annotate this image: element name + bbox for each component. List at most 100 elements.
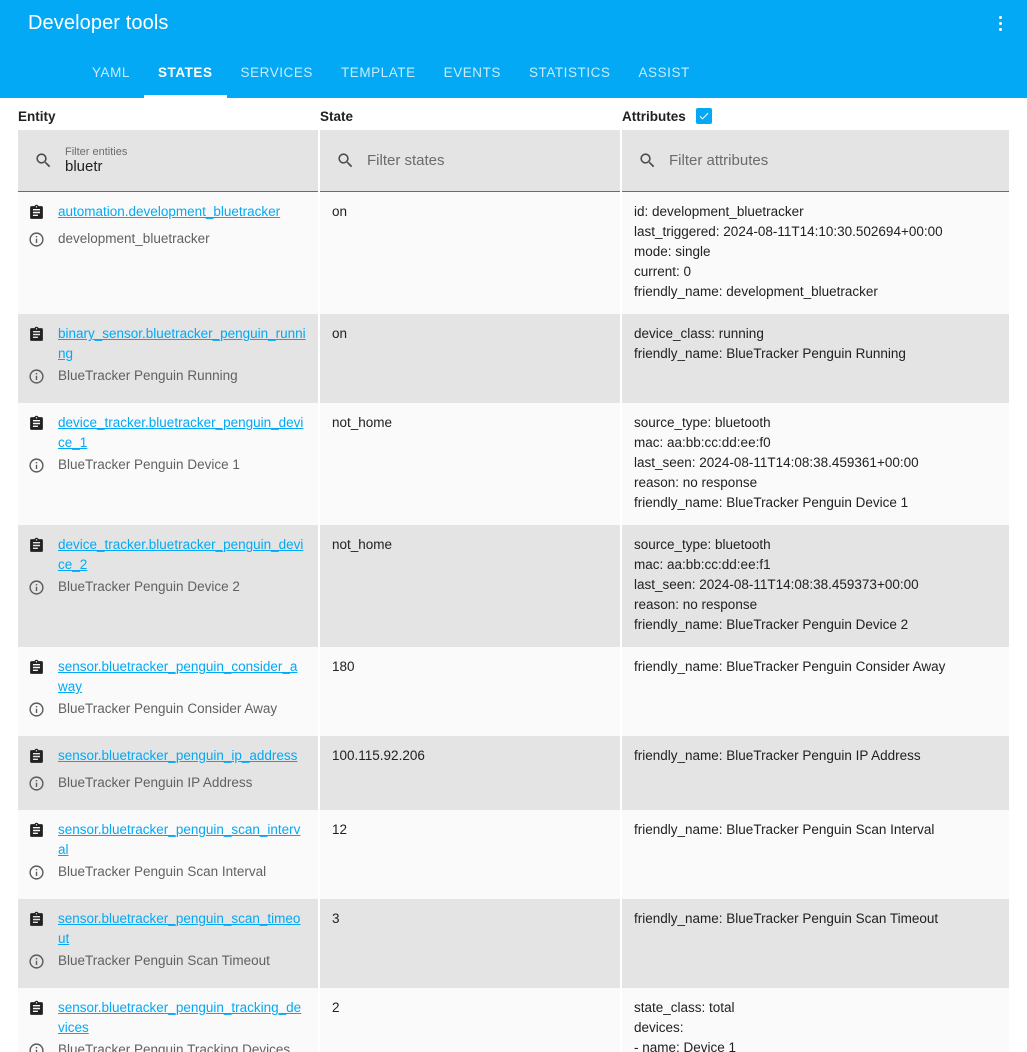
entity-friendly-name: BlueTracker Penguin IP Address [58,775,253,790]
content-copy-icon[interactable] [28,326,46,349]
column-header-state[interactable]: State [320,109,622,124]
information-outline-icon [28,864,46,887]
entity-friendly-name-line: BlueTracker Penguin Consider Away [28,699,306,724]
state-value: on [332,204,348,219]
tab-assist[interactable]: ASSIST [624,46,703,98]
content-copy-icon[interactable] [28,822,46,845]
attributes-value: friendly_name: BlueTracker Penguin Consi… [634,659,946,674]
cell-entity: device_tracker.bluetracker_penguin_devic… [18,403,318,525]
attributes-value: friendly_name: BlueTracker Penguin IP Ad… [634,748,921,763]
content-copy-icon[interactable] [28,204,46,227]
dot [998,27,1002,31]
filter-states-field[interactable]: Filter states [320,130,620,192]
entity-id-link[interactable]: sensor.bluetracker_penguin_ip_address [58,746,297,766]
state-value: 3 [332,911,340,926]
attributes-value: source_type: bluetooth mac: aa:bb:cc:dd:… [634,537,919,632]
cell-attributes: friendly_name: BlueTracker Penguin IP Ad… [622,736,1009,810]
tab-states[interactable]: STATES [143,46,227,98]
dot [998,21,1002,25]
cell-state: not_home [320,403,620,525]
cell-attributes: friendly_name: BlueTracker Penguin Scan … [622,899,1009,988]
table-row[interactable]: automation.development_bluetrackerdevelo… [18,192,1009,314]
content-copy-icon[interactable] [28,537,46,560]
filter-entities-field[interactable]: Filter entities bluetr [18,130,318,192]
entity-friendly-name: BlueTracker Penguin Consider Away [58,701,278,716]
tab-services[interactable]: SERVICES [227,46,327,98]
content-copy-icon[interactable] [28,748,46,771]
tab-label: YAML [92,64,130,80]
cell-entity: sensor.bluetracker_penguin_consider_away… [18,647,318,736]
table-row[interactable]: sensor.bluetracker_penguin_ip_address Blu… [18,736,1009,810]
entity-id-link[interactable]: sensor.bluetracker_penguin_tracking_devi… [58,998,306,1038]
information-outline-icon [28,579,46,602]
entity-friendly-name: BlueTracker Penguin Running [58,368,238,383]
table-row[interactable]: sensor.bluetracker_penguin_scan_interval… [18,810,1009,899]
filter-entities-input[interactable]: bluetr [65,158,127,175]
attributes-value: id: development_bluetracker last_trigger… [634,204,943,299]
cell-state: 180 [320,647,620,736]
table-row[interactable]: device_tracker.bluetracker_penguin_devic… [18,403,1009,525]
tab-template[interactable]: TEMPLATE [327,46,430,98]
attributes-value: device_class: running friendly_name: Blu… [634,326,906,361]
tab-label: TEMPLATE [340,64,416,80]
table-row[interactable]: binary_sensor.bluetracker_penguin_runnin… [18,314,1009,403]
information-outline-icon [28,368,46,391]
cell-entity: sensor.bluetracker_penguin_ip_address Blu… [18,736,318,810]
entity-friendly-name-line: BlueTracker Penguin Device 1 [28,455,306,480]
table-row[interactable]: device_tracker.bluetracker_penguin_devic… [18,525,1009,647]
table-row[interactable]: sensor.bluetracker_penguin_tracking_devi… [18,988,1009,1052]
table-body: automation.development_bluetrackerdevelo… [18,192,1009,1052]
states-table: Entity State Attributes Filter entities … [0,98,1027,1052]
filter-row: Filter entities bluetr Filter states Fil… [18,130,1009,192]
state-value: 12 [332,822,348,837]
information-outline-icon [28,1042,46,1052]
attributes-value: source_type: bluetooth mac: aa:bb:cc:dd:… [634,415,919,510]
entity-id-line: automation.development_bluetracker [28,202,306,227]
tab-yaml[interactable]: YAML [78,46,144,98]
entity-id-link[interactable]: sensor.bluetracker_penguin_consider_away [58,657,306,697]
tab-statistics[interactable]: STATISTICS [515,46,625,98]
content-copy-icon[interactable] [28,911,46,934]
entity-friendly-name-line: BlueTracker Penguin Tracking Devices [28,1040,306,1052]
entity-id-link[interactable]: binary_sensor.bluetracker_penguin_runnin… [58,324,306,364]
cell-entity: device_tracker.bluetracker_penguin_devic… [18,525,318,647]
filter-attributes-input[interactable]: Filter attributes [669,152,768,169]
entity-friendly-name-line: BlueTracker Penguin Scan Interval [28,862,306,887]
cell-entity: binary_sensor.bluetracker_penguin_runnin… [18,314,318,403]
content-copy-icon[interactable] [28,1000,46,1023]
table-row[interactable]: sensor.bluetracker_penguin_consider_away… [18,647,1009,736]
search-icon [338,153,353,168]
entity-friendly-name: BlueTracker Penguin Tracking Devices [58,1042,291,1052]
entity-id-link[interactable]: sensor.bluetracker_penguin_scan_timeout [58,909,306,949]
table-row[interactable]: sensor.bluetracker_penguin_scan_timeout B… [18,899,1009,988]
entity-id-link[interactable]: device_tracker.bluetracker_penguin_devic… [58,535,306,575]
entity-id-link[interactable]: automation.development_bluetracker [58,202,280,222]
column-header-attributes[interactable]: Attributes [622,108,1009,124]
entity-friendly-name: development_bluetracker [58,231,210,246]
state-value: not_home [332,415,393,430]
filter-states-input[interactable]: Filter states [367,152,445,169]
state-value: 180 [332,659,355,674]
app-bar: Developer tools [0,0,1027,46]
tab-events[interactable]: EVENTS [430,46,515,98]
content-copy-icon[interactable] [28,415,46,438]
state-value: on [332,326,348,341]
entity-id-line: sensor.bluetracker_penguin_ip_address [28,746,306,771]
cell-attributes: source_type: bluetooth mac: aa:bb:cc:dd:… [622,403,1009,525]
dots-vertical-icon[interactable] [985,8,1015,38]
column-header-attributes-label: Attributes [622,108,686,124]
tab-label: STATISTICS [528,64,611,80]
state-value: 100.115.92.206 [332,748,425,763]
attributes-checkbox[interactable] [695,108,712,124]
entity-id-line: sensor.bluetracker_penguin_consider_away [28,657,306,697]
entity-id-line: device_tracker.bluetracker_penguin_devic… [28,535,306,575]
search-icon [640,153,655,168]
filter-attributes-field[interactable]: Filter attributes [622,130,1009,192]
tab-label: SERVICES [240,64,313,80]
information-outline-icon [28,953,46,976]
column-header-entity[interactable]: Entity [18,109,320,124]
search-icon [36,153,51,168]
content-copy-icon[interactable] [28,659,46,682]
entity-id-link[interactable]: sensor.bluetracker_penguin_scan_interval [58,820,306,860]
entity-id-link[interactable]: device_tracker.bluetracker_penguin_devic… [58,413,306,453]
